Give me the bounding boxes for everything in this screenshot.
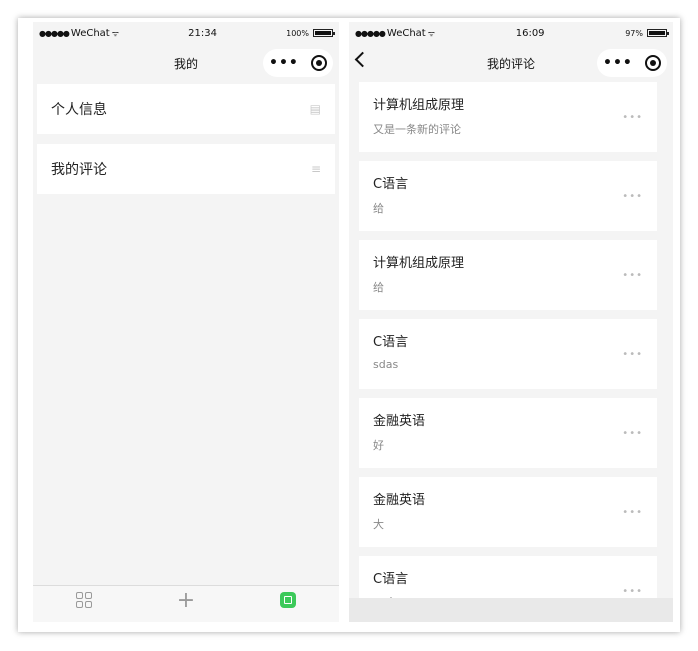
more-options-icon[interactable]: ••• — [622, 586, 643, 597]
comment-course: C语言 — [373, 335, 409, 350]
comment-card[interactable]: 金融英语大 ••• — [359, 477, 657, 547]
carrier-label: WeChat — [70, 27, 110, 39]
plus-icon: + — [176, 588, 196, 613]
tab-home[interactable] — [44, 586, 124, 616]
status-bar: ●●●●● WeChat ᯤ 16:09 97% — [349, 22, 673, 44]
right-phone-screen: ●●●●● WeChat ᯤ 16:09 97% 我的评论 ••• 计算机组成原… — [349, 22, 673, 622]
mine-icon — [280, 592, 296, 608]
comment-card[interactable]: 金融英语好 ••• — [359, 398, 657, 468]
more-options-icon[interactable]: ••• — [622, 191, 643, 202]
left-phone-screen: ●●●●● WeChat ᯤ 21:34 100% 我的 ••• 个人信息 ▤ … — [33, 22, 339, 622]
list-icon: ≡ — [310, 162, 321, 176]
battery-icon — [647, 29, 669, 37]
comment-course: 计算机组成原理 — [373, 98, 465, 113]
nav-bar: 我的 ••• — [33, 44, 339, 82]
comment-text: sdas — [373, 358, 399, 371]
page-title: 我的 — [173, 56, 198, 71]
comment-text: 给 — [373, 202, 384, 215]
status-time: 16:09 — [515, 27, 545, 39]
mini-program-capsule: ••• — [263, 49, 333, 77]
comment-card[interactable]: C语言asdas••• — [359, 556, 657, 598]
battery-percent: 100% — [286, 28, 309, 38]
tab-bar: + — [33, 585, 339, 622]
bottom-strip — [349, 598, 673, 622]
nav-bar: 我的评论 ••• — [349, 44, 673, 82]
more-icon[interactable]: ••• — [269, 55, 299, 71]
comment-course: 金融英语 — [373, 414, 426, 429]
more-options-icon[interactable]: ••• — [622, 112, 643, 123]
menu-item-my-comments[interactable]: 我的评论 ≡ — [37, 144, 335, 194]
wifi-icon: ᯤ — [427, 28, 436, 38]
grid-icon — [76, 592, 92, 608]
signal-icon: ●●●●● — [39, 28, 70, 38]
more-options-icon[interactable]: ••• — [622, 428, 643, 439]
carrier-label: WeChat — [386, 27, 426, 39]
status-bar: ●●●●● WeChat ᯤ 21:34 100% — [33, 22, 339, 44]
comment-text: 好 — [373, 439, 384, 452]
comment-text: 大 — [373, 518, 384, 531]
page-title: 我的评论 — [486, 56, 535, 71]
id-card-icon: ▤ — [309, 102, 321, 116]
comment-course: 金融英语 — [373, 493, 426, 508]
status-time: 21:34 — [188, 27, 217, 39]
comment-course: C语言 — [373, 177, 409, 192]
comment-list: 计算机组成原理 又是一条新的评论 ••• C语言给 ••• 计算机组成原理给 ••• C语言 s… — [349, 82, 673, 598]
comment-course: 计算机组成原理 — [373, 256, 465, 271]
menu-item-label: 个人信息 — [51, 102, 107, 118]
comment-text: 给 — [373, 281, 384, 294]
battery-percent: 97% — [625, 28, 643, 38]
comment-card[interactable]: 计算机组成原理 又是一条新的评论 ••• — [359, 82, 657, 152]
comment-card[interactable]: C语言给 ••• — [359, 161, 657, 231]
comment-text: 又是一条新的评论 — [373, 123, 461, 136]
close-target-icon[interactable] — [310, 55, 327, 71]
close-target-icon[interactable] — [644, 55, 661, 71]
menu-item-label: 我的评论 — [51, 162, 107, 178]
wifi-icon: ᯤ — [111, 28, 120, 38]
more-icon[interactable]: ••• — [603, 55, 633, 71]
battery-icon — [313, 29, 335, 37]
comment-card[interactable]: 计算机组成原理给 ••• — [359, 240, 657, 310]
more-options-icon[interactable]: ••• — [622, 349, 643, 360]
more-options-icon[interactable]: ••• — [622, 270, 643, 281]
signal-icon: ●●●●● — [355, 28, 386, 38]
mini-program-capsule: ••• — [597, 49, 667, 77]
comment-course: C语言 — [373, 572, 409, 587]
tab-mine[interactable] — [248, 586, 328, 616]
comment-card[interactable]: C语言 sdas ••• — [359, 319, 657, 389]
menu-item-profile[interactable]: 个人信息 ▤ — [37, 84, 335, 134]
back-icon[interactable] — [354, 51, 371, 68]
more-options-icon[interactable]: ••• — [622, 507, 643, 518]
tab-add[interactable]: + — [146, 586, 226, 618]
